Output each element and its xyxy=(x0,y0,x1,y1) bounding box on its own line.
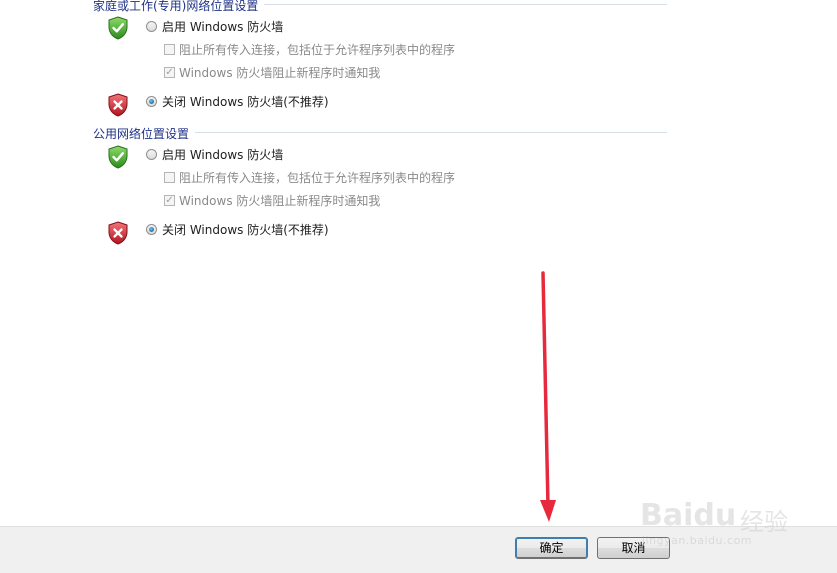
home-enable-firewall-label: 启用 Windows 防火墙 xyxy=(162,19,284,34)
home-network-section-title: 家庭或工作(专用)网络位置设置 xyxy=(93,0,265,14)
public-notify-option[interactable]: ✓ Windows 防火墙阻止新程序时通知我 xyxy=(164,192,380,208)
home-disable-firewall-label: 关闭 Windows 防火墙(不推荐) xyxy=(162,94,329,109)
home-notify-label: Windows 防火墙阻止新程序时通知我 xyxy=(179,65,381,80)
home-enable-firewall-option[interactable]: 启用 Windows 防火墙 xyxy=(146,18,283,34)
public-network-section-title: 公用网络位置设置 xyxy=(93,125,196,142)
public-notify-label: Windows 防火墙阻止新程序时通知我 xyxy=(179,193,381,208)
shield-check-icon xyxy=(108,16,128,40)
public-disable-firewall-radio[interactable] xyxy=(146,223,157,235)
home-enable-firewall-radio[interactable] xyxy=(146,20,157,32)
home-notify-checkbox[interactable]: ✓ xyxy=(164,66,175,78)
ok-button[interactable]: 确定 xyxy=(515,537,588,559)
shield-x-icon xyxy=(108,93,128,117)
public-block-all-checkbox[interactable] xyxy=(164,171,175,183)
public-enable-firewall-label: 启用 Windows 防火墙 xyxy=(162,147,284,162)
home-block-all-option[interactable]: 阻止所有传入连接，包括位于允许程序列表中的程序 xyxy=(164,41,455,57)
public-disable-firewall-option[interactable]: 关闭 Windows 防火墙(不推荐) xyxy=(146,221,329,237)
home-disable-firewall-option[interactable]: 关闭 Windows 防火墙(不推荐) xyxy=(146,93,329,109)
shield-x-icon xyxy=(108,221,128,245)
public-block-all-option[interactable]: 阻止所有传入连接，包括位于允许程序列表中的程序 xyxy=(164,169,455,185)
public-disable-firewall-label: 关闭 Windows 防火墙(不推荐) xyxy=(162,222,329,237)
home-notify-option[interactable]: ✓ Windows 防火墙阻止新程序时通知我 xyxy=(164,64,380,80)
home-disable-firewall-radio[interactable] xyxy=(146,95,157,107)
public-notify-checkbox[interactable]: ✓ xyxy=(164,194,175,206)
public-block-all-label: 阻止所有传入连接，包括位于允许程序列表中的程序 xyxy=(179,170,456,185)
home-block-all-label: 阻止所有传入连接，包括位于允许程序列表中的程序 xyxy=(179,42,456,57)
baidu-watermark: Baidu 经验 jingyan.baidu.com xyxy=(640,480,800,550)
shield-check-icon xyxy=(108,145,128,169)
home-block-all-checkbox[interactable] xyxy=(164,43,175,55)
watermark-brand-cn: 经验 xyxy=(740,508,788,536)
watermark-brand: Baidu xyxy=(640,498,737,533)
public-enable-firewall-radio[interactable] xyxy=(146,148,157,160)
watermark-url: jingyan.baidu.com xyxy=(642,534,753,547)
public-enable-firewall-option[interactable]: 启用 Windows 防火墙 xyxy=(146,146,283,162)
